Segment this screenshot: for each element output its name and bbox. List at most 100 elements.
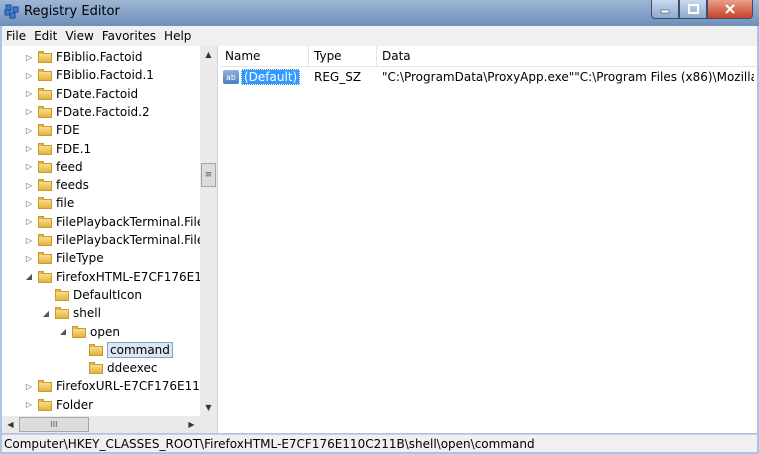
- tree-line-icon: [41, 290, 51, 300]
- tree-item-label: FDate.Factoid.2: [56, 104, 150, 119]
- tree-item[interactable]: ▷ FBiblio.Factoid: [24, 48, 143, 66]
- tree-item[interactable]: ▷ FDE.1: [24, 140, 91, 158]
- maximize-button[interactable]: [679, 0, 707, 19]
- scroll-left-arrow-icon[interactable]: ◀: [2, 416, 19, 433]
- status-path: Computer\HKEY_CLASSES_ROOT\FirefoxHTML-E…: [4, 436, 535, 451]
- menu-bar: File Edit View Favorites Help: [2, 26, 757, 46]
- tree-item-label: ddeexec: [107, 361, 158, 376]
- tree-item[interactable]: ▷ file: [24, 194, 74, 212]
- menu-file[interactable]: File: [2, 29, 30, 43]
- tree-item[interactable]: ◢ shell: [41, 304, 101, 322]
- column-header-name[interactable]: Name: [220, 46, 309, 66]
- collapse-arrow-icon[interactable]: ◢: [58, 327, 68, 337]
- expand-arrow-icon[interactable]: ▷: [24, 198, 34, 208]
- expand-arrow-icon[interactable]: ▷: [24, 70, 34, 80]
- close-button[interactable]: [707, 0, 753, 19]
- tree-item-label: FirefoxHTML-E7CF176E110: [56, 269, 218, 284]
- expand-arrow-icon[interactable]: ▷: [24, 107, 34, 117]
- tree-item[interactable]: ▷ FDE: [24, 121, 80, 139]
- menu-edit[interactable]: Edit: [30, 29, 61, 43]
- folder-icon: [38, 87, 52, 100]
- expand-arrow-icon[interactable]: ▷: [24, 381, 34, 391]
- tree-item[interactable]: ▷ FileType: [24, 249, 104, 267]
- scroll-down-arrow-icon[interactable]: ▼: [200, 399, 217, 416]
- tree-item-label: FilePlaybackTerminal.FilePla: [56, 214, 218, 229]
- expand-arrow-icon[interactable]: ▷: [24, 162, 34, 172]
- values-list[interactable]: Name Type Data ab (Default) REG_SZ "C:\P…: [220, 46, 757, 433]
- tree-vertical-scrollbar[interactable]: ▲ ≡ ▼: [200, 46, 217, 416]
- expand-arrow-icon[interactable]: ▷: [24, 253, 34, 263]
- client-area: ▷ FBiblio.Factoid ▷ FBiblio.Factoid.1 ▷ FDate…: [2, 46, 757, 433]
- tree-item-label: FBiblio.Factoid.1: [56, 68, 154, 83]
- column-header-type[interactable]: Type: [309, 46, 377, 66]
- key-tree[interactable]: ▷ FBiblio.Factoid ▷ FBiblio.Factoid.1 ▷ FDate…: [2, 46, 218, 433]
- scroll-right-arrow-icon[interactable]: ▶: [183, 416, 200, 433]
- minimize-button[interactable]: [651, 0, 679, 19]
- tree-item[interactable]: DefaultIcon: [41, 286, 142, 304]
- collapse-arrow-icon[interactable]: ◢: [24, 272, 34, 282]
- tree-item-label: open: [90, 324, 120, 339]
- expand-arrow-icon[interactable]: ▷: [24, 144, 34, 154]
- tree-horizontal-scroll-thumb[interactable]: III: [19, 417, 89, 432]
- folder-icon: [89, 362, 103, 375]
- expand-arrow-icon[interactable]: ▷: [24, 235, 34, 245]
- expand-arrow-icon[interactable]: ▷: [24, 52, 34, 62]
- scroll-up-arrow-icon[interactable]: ▲: [200, 46, 217, 63]
- folder-icon: [38, 215, 52, 228]
- menu-help[interactable]: Help: [160, 29, 195, 43]
- maximize-icon: [687, 4, 699, 14]
- tree-item[interactable]: ▷ feed: [24, 158, 83, 176]
- tree-item[interactable]: ▷ Folder: [24, 396, 93, 414]
- folder-icon: [38, 398, 52, 411]
- tree-item[interactable]: ▷ FBiblio.Factoid.1: [24, 66, 154, 84]
- status-bar: Computer\HKEY_CLASSES_ROOT\FirefoxHTML-E…: [2, 434, 757, 452]
- tree-item-label: Folder: [56, 397, 94, 412]
- value-type: REG_SZ: [314, 70, 362, 84]
- tree-item[interactable]: ◢ FirefoxHTML-E7CF176E110: [24, 268, 217, 286]
- folder-icon: [55, 307, 69, 320]
- tree-item-label: feeds: [56, 178, 89, 193]
- tree-item-label: file: [56, 196, 75, 211]
- tree-item[interactable]: ▷ FDate.Factoid.2: [24, 103, 150, 121]
- folder-icon: [38, 160, 52, 173]
- expand-arrow-icon[interactable]: ▷: [24, 400, 34, 410]
- tree-item-label: FileType: [56, 251, 104, 266]
- tree-item-label: FBiblio.Factoid: [56, 50, 143, 64]
- tree-item[interactable]: ▷ FilePlaybackTerminal.FilePla: [24, 213, 218, 231]
- tree-item[interactable]: command: [75, 341, 173, 359]
- scroll-corner: [200, 416, 217, 433]
- expand-arrow-icon[interactable]: ▷: [24, 180, 34, 190]
- window-controls: [651, 0, 753, 19]
- tree-item-label: FirefoxURL-E7CF176E110C2: [56, 379, 218, 394]
- tree-horizontal-scrollbar[interactable]: ◀ III ▶: [2, 416, 200, 433]
- tree-item-label: DefaultIcon: [73, 287, 142, 302]
- menu-favorites[interactable]: Favorites: [98, 29, 160, 43]
- menu-view[interactable]: View: [61, 29, 97, 43]
- string-value-icon: ab: [223, 70, 239, 84]
- tree-item[interactable]: ◢ open: [58, 323, 120, 341]
- column-header-data[interactable]: Data: [377, 46, 757, 66]
- tree-item-label: FDE: [56, 123, 80, 138]
- tree-item-label: FDate.Factoid: [56, 86, 139, 101]
- tree-item[interactable]: ddeexec: [75, 359, 158, 377]
- expand-arrow-icon[interactable]: ▷: [24, 217, 34, 227]
- tree-item-label: shell: [73, 306, 101, 321]
- folder-icon: [38, 51, 52, 63]
- folder-icon: [38, 380, 52, 393]
- folder-icon: [38, 270, 52, 283]
- folder-icon: [38, 69, 52, 82]
- collapse-arrow-icon[interactable]: ◢: [41, 308, 51, 318]
- value-name-cell[interactable]: ab (Default): [223, 68, 309, 86]
- tree-item[interactable]: ▷ FilePlaybackTerminal.FilePla: [24, 231, 217, 249]
- close-icon: [725, 4, 735, 14]
- tree-line-icon: [75, 345, 85, 355]
- expand-arrow-icon[interactable]: ▷: [24, 89, 34, 99]
- tree-vertical-scroll-thumb[interactable]: ≡: [201, 163, 216, 187]
- title-bar[interactable]: Registry Editor: [0, 0, 759, 26]
- tree-line-icon: [75, 363, 85, 373]
- list-item[interactable]: ab (Default) REG_SZ "C:\ProgramData\Prox…: [220, 68, 757, 86]
- tree-item[interactable]: ▷ FDate.Factoid: [24, 85, 138, 103]
- tree-item[interactable]: ▷ FirefoxURL-E7CF176E110C2: [24, 377, 218, 395]
- tree-item[interactable]: ▷ feeds: [24, 176, 89, 194]
- expand-arrow-icon[interactable]: ▷: [24, 125, 34, 135]
